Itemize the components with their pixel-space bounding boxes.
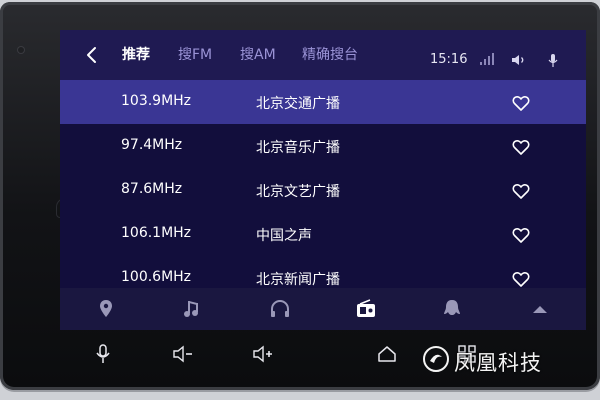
favorite-heart-icon[interactable] xyxy=(512,183,530,199)
favorite-heart-icon[interactable] xyxy=(512,271,530,287)
station-frequency: 87.6MHz xyxy=(121,181,183,197)
radio-screen: 推荐 搜FM 搜AM 精确搜台 15:16 103.9MHz 北京交通广播 97.4… xyxy=(60,30,586,330)
clock: 15:16 xyxy=(430,52,468,67)
station-name: 北京交通广播 xyxy=(256,96,340,112)
tab-search-fm[interactable]: 搜FM xyxy=(178,46,212,64)
tab-precise-search[interactable]: 精确搜台 xyxy=(302,46,358,64)
phoenix-logo-icon xyxy=(423,346,449,372)
watermark: 凤凰科技 xyxy=(422,345,582,375)
home-icon[interactable] xyxy=(376,344,398,364)
station-row[interactable]: 106.1MHz 中国之声 xyxy=(60,212,586,256)
microphone-icon[interactable] xyxy=(92,344,114,364)
radio-icon[interactable] xyxy=(354,297,378,321)
headphones-icon[interactable] xyxy=(268,297,292,321)
microphone-icon[interactable] xyxy=(548,54,558,67)
station-row[interactable]: 87.6MHz 北京文艺广播 xyxy=(60,168,586,212)
station-name: 中国之声 xyxy=(256,228,312,244)
station-name: 北京音乐广播 xyxy=(256,140,340,156)
bottom-nav xyxy=(60,288,586,330)
tab-recommend[interactable]: 推荐 xyxy=(122,46,150,64)
watermark-text: 凤凰科技 xyxy=(454,351,542,375)
volume-up-icon[interactable] xyxy=(252,344,274,364)
signal-icon xyxy=(480,53,494,65)
station-row[interactable]: 103.9MHz 北京交通广播 xyxy=(60,80,586,124)
favorite-heart-icon[interactable] xyxy=(512,139,530,155)
chat-icon[interactable] xyxy=(440,297,464,321)
up-arrow-icon[interactable] xyxy=(528,297,552,321)
station-row[interactable]: 97.4MHz 北京音乐广播 xyxy=(60,124,586,168)
back-arrow-icon[interactable] xyxy=(82,45,102,65)
tab-search-am[interactable]: 搜AM xyxy=(240,46,276,64)
bezel-sensor xyxy=(18,47,24,53)
favorite-heart-icon[interactable] xyxy=(512,95,530,111)
volume-icon[interactable] xyxy=(512,54,528,66)
top-bar: 推荐 搜FM 搜AM 精确搜台 15:16 xyxy=(60,30,586,80)
station-frequency: 100.6MHz xyxy=(121,269,192,285)
volume-down-icon[interactable] xyxy=(172,344,194,364)
station-name: 北京文艺广播 xyxy=(256,184,340,200)
station-frequency: 103.9MHz xyxy=(121,93,192,109)
station-name: 北京新闻广播 xyxy=(256,272,340,288)
location-icon[interactable] xyxy=(94,297,118,321)
station-frequency: 106.1MHz xyxy=(121,225,192,241)
music-icon[interactable] xyxy=(180,297,204,321)
station-list: 103.9MHz 北京交通广播 97.4MHz 北京音乐广播 87.6MHz 北京文艺广播… xyxy=(60,80,586,322)
favorite-heart-icon[interactable] xyxy=(512,227,530,243)
station-frequency: 97.4MHz xyxy=(121,137,183,153)
